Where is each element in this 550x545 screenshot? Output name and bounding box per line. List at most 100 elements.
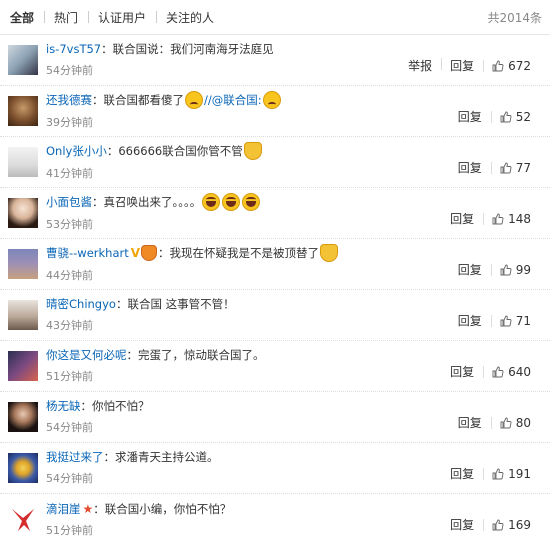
- comment-text: 完蛋了，惊动联合国了。: [138, 348, 265, 362]
- reply-button[interactable]: 回复: [441, 57, 483, 74]
- laughing-emoji-icon: [242, 193, 261, 211]
- thumbs-up-icon: [500, 111, 512, 122]
- tab-followed[interactable]: 关注的人: [156, 9, 224, 26]
- like-button[interactable]: 52: [490, 109, 540, 124]
- comment-item: 杨无缺 ： 你怕不怕？ 54分钟前 回复 80: [0, 392, 550, 443]
- separator: ：: [80, 399, 93, 413]
- reply-button[interactable]: 回复: [449, 261, 491, 278]
- username-link[interactable]: 滴泪崖: [46, 501, 81, 517]
- total-count: 共2014条: [487, 10, 542, 25]
- username-link[interactable]: 你这是又何必呢: [46, 347, 127, 363]
- avatar[interactable]: [8, 249, 38, 279]
- comment-text: 联合国 这事管不管！: [127, 297, 235, 311]
- tab-hot[interactable]: 热门: [44, 9, 88, 26]
- avatar[interactable]: [8, 147, 38, 177]
- like-button[interactable]: 148: [483, 212, 540, 226]
- like-button[interactable]: 77: [490, 161, 540, 175]
- username-link[interactable]: 我挺过来了: [46, 449, 104, 465]
- comment-filter-bar: 全部 热门 认证用户 关注的人 共2014条: [0, 0, 550, 35]
- comment-text: 真召唤出来了。。。。: [103, 195, 202, 209]
- like-count: 191: [508, 466, 531, 481]
- avatar[interactable]: [8, 300, 38, 330]
- comment-text: 联合国小编，你怕不怕？: [104, 501, 232, 516]
- username-link[interactable]: is-7vsT57: [46, 41, 101, 57]
- star-badge-icon: ★: [82, 501, 94, 516]
- like-button[interactable]: 99: [490, 262, 540, 277]
- thumbs-up-icon: [492, 60, 504, 71]
- cat-emoji-icon: [243, 142, 262, 160]
- avatar[interactable]: [8, 504, 38, 535]
- separator: ：: [92, 93, 104, 107]
- thumbs-up-icon: [492, 213, 504, 224]
- comment-text: 你怕不怕？: [92, 399, 150, 413]
- avatar[interactable]: [8, 351, 38, 381]
- like-button[interactable]: 191: [483, 467, 540, 481]
- thumbs-up-icon: [500, 417, 512, 428]
- avatar[interactable]: [8, 198, 38, 228]
- avatar[interactable]: [8, 453, 38, 483]
- like-count: 99: [515, 262, 531, 277]
- like-count: 640: [508, 364, 531, 379]
- separator: ：: [101, 42, 113, 56]
- comment-text: 联合国都看傻了: [103, 93, 185, 107]
- avatar[interactable]: [8, 45, 38, 75]
- separator: ：: [106, 144, 119, 158]
- comment-text: 666666联合国你管不管: [118, 144, 243, 158]
- separator: ：: [103, 450, 116, 464]
- reply-button[interactable]: 回复: [441, 210, 483, 227]
- thumbs-up-icon: [500, 264, 512, 275]
- cat-emoji-icon: [320, 244, 339, 262]
- username-link[interactable]: 小面包酱: [46, 194, 92, 210]
- like-button[interactable]: 71: [490, 313, 540, 328]
- reply-button[interactable]: 回复: [449, 159, 491, 176]
- reply-button[interactable]: 回复: [449, 312, 491, 329]
- separator: ：: [126, 348, 139, 362]
- like-button[interactable]: 80: [490, 415, 540, 430]
- laughing-emoji-icon: [222, 193, 241, 211]
- verified-v-icon: V: [130, 246, 141, 260]
- like-button[interactable]: 169: [483, 518, 540, 532]
- comment-text: 求潘青天主持公道。: [115, 450, 219, 464]
- like-count: 71: [515, 313, 531, 328]
- separator: ：: [92, 195, 104, 209]
- comment-text: 联合国说：我们河南海牙法庭见: [112, 42, 274, 56]
- username-link[interactable]: 杨无缺: [46, 398, 81, 414]
- like-count: 80: [515, 415, 531, 430]
- username-link[interactable]: Only张小小: [46, 143, 107, 159]
- like-count: 672: [508, 58, 531, 73]
- reply-button[interactable]: 回复: [441, 465, 483, 482]
- username-link[interactable]: 曹骁--werkhart: [46, 245, 129, 261]
- comment-item: 你这是又何必呢 ： 完蛋了，惊动联合国了。 51分钟前 回复 640: [0, 341, 550, 392]
- tab-verified-users[interactable]: 认证用户: [88, 9, 156, 26]
- reply-button[interactable]: 回复: [449, 108, 491, 125]
- report-button[interactable]: 举报: [399, 57, 441, 74]
- username-link[interactable]: 晴密Chingyo: [46, 296, 116, 312]
- separator: ：: [115, 297, 128, 311]
- crying-emoji-icon: [185, 91, 203, 109]
- avatar[interactable]: [8, 402, 38, 432]
- like-count: 148: [508, 211, 531, 226]
- like-count: 169: [508, 517, 531, 532]
- reward-badge-icon: [141, 245, 158, 261]
- comment-item: 我挺过来了 ： 求潘青天主持公道。 54分钟前 回复 191: [0, 443, 550, 494]
- reply-button[interactable]: 回复: [441, 516, 483, 533]
- mention-link[interactable]: //@联合国:: [204, 92, 262, 108]
- comment-item: 还我德赛 ： 联合国都看傻了 //@联合国: 39分钟前 回复 52: [0, 86, 550, 137]
- thumbs-up-icon: [500, 162, 512, 173]
- separator: ：: [158, 246, 170, 260]
- comment-item: 曹骁--werkhart V ： 我现在怀疑我是不是被顶替了 44分钟前 回复 …: [0, 239, 550, 290]
- reply-button[interactable]: 回复: [449, 414, 491, 431]
- reply-button[interactable]: 回复: [441, 363, 483, 380]
- like-count: 52: [515, 109, 531, 124]
- thumbs-up-icon: [492, 519, 504, 530]
- comment-item: 滴泪崖 ★ ： 联合国小编，你怕不怕？ 51分钟前 回复 169: [0, 494, 550, 545]
- tab-all[interactable]: 全部: [8, 9, 44, 26]
- like-button[interactable]: 672: [483, 59, 540, 73]
- comment-item: is-7vsT57 ： 联合国说：我们河南海牙法庭见 54分钟前 举报 回复 6…: [0, 35, 550, 86]
- like-button[interactable]: 640: [483, 365, 540, 379]
- username-link[interactable]: 还我德赛: [46, 92, 92, 108]
- avatar-logo-icon: [12, 508, 34, 531]
- laughing-emoji-icon: [202, 193, 221, 211]
- avatar[interactable]: [8, 96, 38, 126]
- separator: ：: [93, 501, 105, 516]
